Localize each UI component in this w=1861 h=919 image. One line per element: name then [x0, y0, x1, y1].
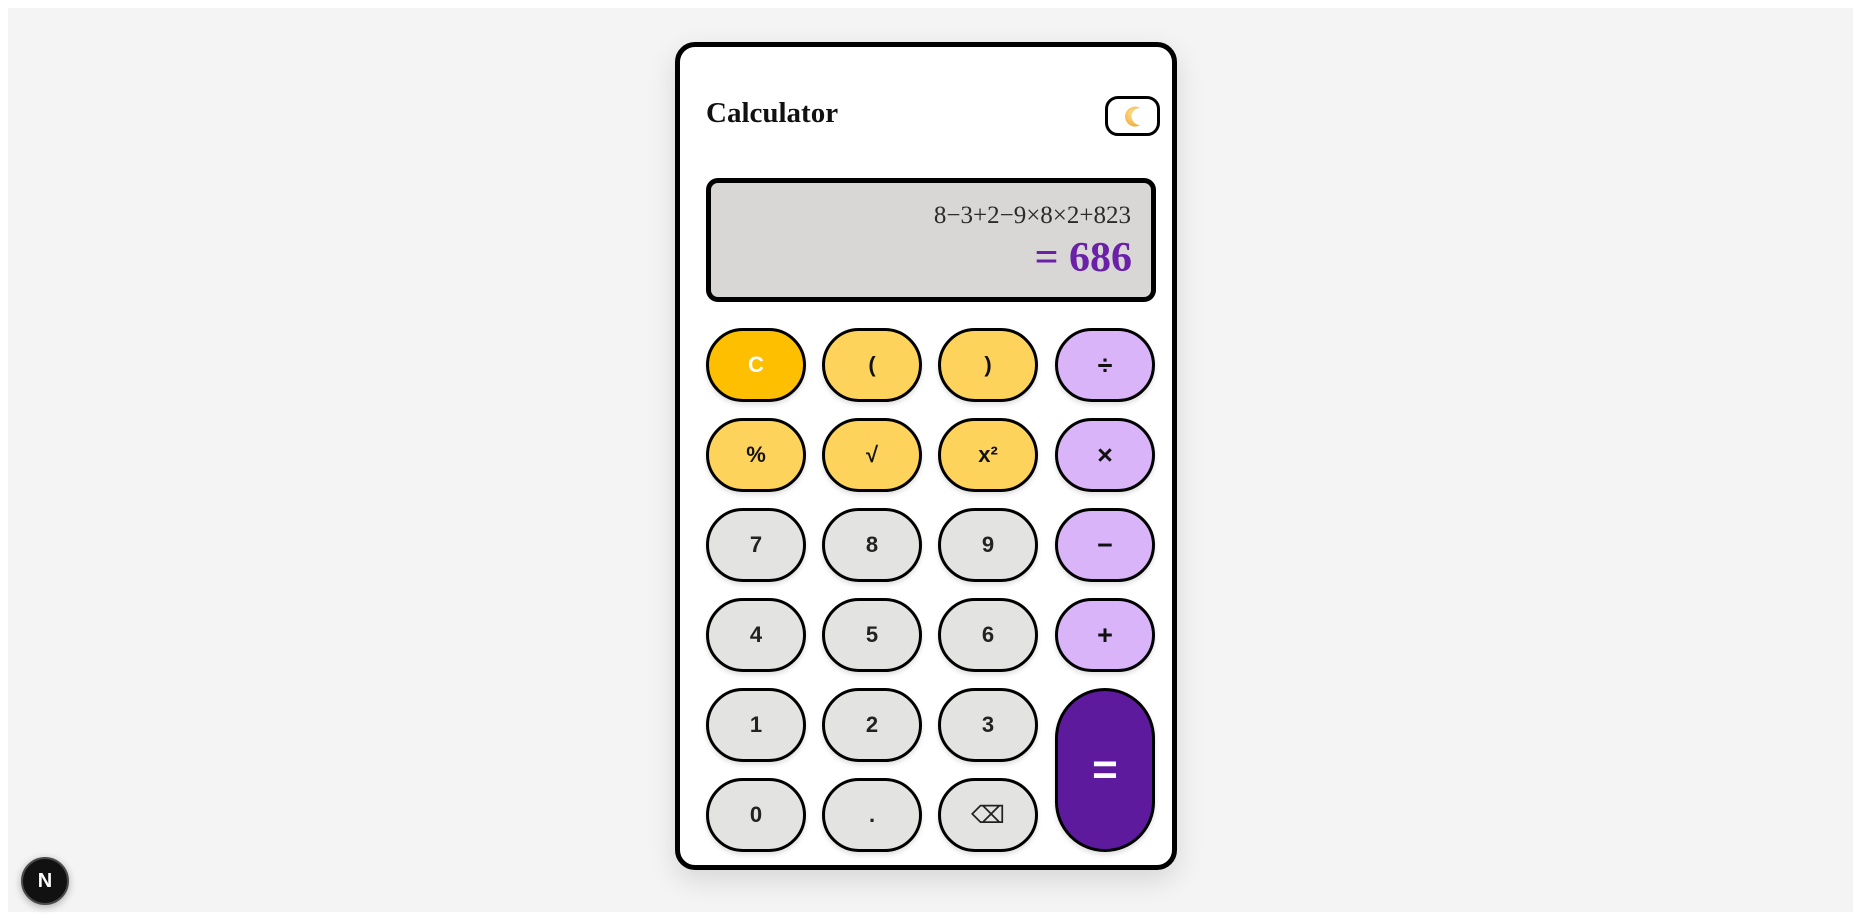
- calculator-card: Calculator 8−3+2−9×8×2+823 = 686 C ( ) ÷…: [675, 42, 1177, 870]
- divide-button[interactable]: ÷: [1055, 328, 1155, 402]
- nextjs-dev-badge[interactable]: N: [21, 857, 69, 905]
- percent-button[interactable]: %: [706, 418, 806, 492]
- plus-button[interactable]: +: [1055, 598, 1155, 672]
- moon-icon: [1124, 106, 1140, 127]
- digit-3-button[interactable]: 3: [938, 688, 1038, 762]
- digit-5-button[interactable]: 5: [822, 598, 922, 672]
- calculator-display: 8−3+2−9×8×2+823 = 686: [706, 178, 1156, 302]
- equals-button[interactable]: =: [1055, 688, 1155, 852]
- backspace-button[interactable]: ⌫: [938, 778, 1038, 852]
- multiply-button[interactable]: ×: [1055, 418, 1155, 492]
- digit-7-button[interactable]: 7: [706, 508, 806, 582]
- digit-9-button[interactable]: 9: [938, 508, 1038, 582]
- open-paren-button[interactable]: (: [822, 328, 922, 402]
- square-button[interactable]: x²: [938, 418, 1038, 492]
- digit-1-button[interactable]: 1: [706, 688, 806, 762]
- close-paren-button[interactable]: ): [938, 328, 1038, 402]
- digit-4-button[interactable]: 4: [706, 598, 806, 672]
- digit-8-button[interactable]: 8: [822, 508, 922, 582]
- digit-0-button[interactable]: 0: [706, 778, 806, 852]
- expression-text: 8−3+2−9×8×2+823: [933, 202, 1131, 229]
- sqrt-button[interactable]: √: [822, 418, 922, 492]
- theme-toggle-button[interactable]: [1105, 96, 1160, 136]
- digit-6-button[interactable]: 6: [938, 598, 1038, 672]
- minus-button[interactable]: −: [1055, 508, 1155, 582]
- digit-2-button[interactable]: 2: [822, 688, 922, 762]
- clear-button[interactable]: C: [706, 328, 806, 402]
- decimal-button[interactable]: .: [822, 778, 922, 852]
- calculator-title: Calculator: [706, 97, 839, 129]
- result-text: = 686: [1034, 235, 1132, 281]
